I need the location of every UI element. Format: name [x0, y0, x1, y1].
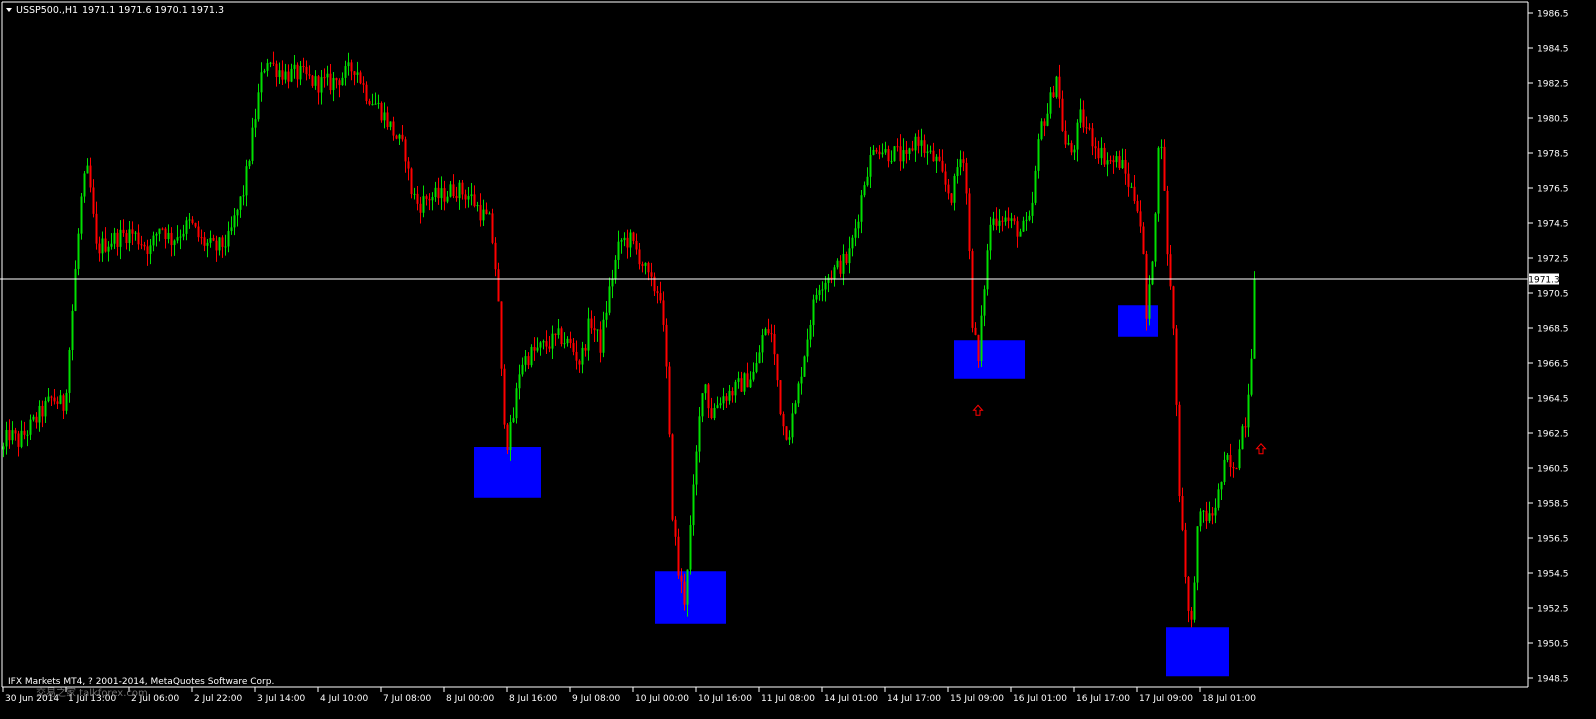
x-tick-label: 14 Jul 17:00 — [887, 694, 941, 704]
ohlc-label: 1971.1 1971.6 1970.1 1971.3 — [82, 5, 224, 16]
candle — [1253, 271, 1256, 359]
y-tick-label: 1960.5 — [1537, 465, 1569, 475]
candle — [500, 301, 503, 377]
candle — [80, 192, 83, 240]
support-zone-4 — [1118, 305, 1158, 337]
candle — [506, 422, 509, 455]
candle — [530, 344, 533, 368]
candle — [1184, 522, 1187, 584]
candle — [1145, 250, 1148, 331]
candle — [779, 379, 782, 416]
x-tick-label: 8 Jul 16:00 — [509, 694, 558, 704]
x-tick-label: 7 Jul 08:00 — [383, 694, 432, 704]
x-tick-label: 2 Jul 22:00 — [194, 694, 243, 704]
support-zone-1 — [474, 447, 541, 498]
current-price-label: 1971.3 — [1528, 276, 1560, 286]
candle — [893, 146, 896, 162]
candle — [365, 81, 368, 105]
x-tick-label: 10 Jul 16:00 — [698, 694, 752, 704]
candle — [968, 188, 971, 260]
y-tick-label: 1986.5 — [1537, 10, 1569, 20]
price-chart[interactable]: 1986.5 1984.5 1982.5 1980.5 1978.5 1976.5 1974… — [0, 0, 1596, 719]
candle — [515, 382, 518, 424]
y-tick-label: 1964.5 — [1537, 395, 1569, 405]
candle — [1193, 576, 1196, 623]
y-tick-label: 1954.5 — [1537, 570, 1569, 580]
x-tick-label: 14 Jul 01:00 — [824, 694, 878, 704]
candle — [785, 426, 788, 441]
x-tick-label: 8 Jul 00:00 — [446, 694, 495, 704]
candle — [1196, 526, 1199, 591]
y-tick-label: 1962.5 — [1537, 430, 1569, 440]
x-tick-label: 17 Jul 09:00 — [1139, 694, 1193, 704]
candle — [1040, 118, 1043, 141]
candle — [803, 355, 806, 378]
candle — [1154, 212, 1157, 267]
candle — [1034, 165, 1037, 206]
candle — [971, 248, 974, 333]
candle — [668, 361, 671, 438]
y-tick-label: 1972.5 — [1537, 255, 1569, 265]
candle — [77, 228, 80, 276]
y-tick-label: 1982.5 — [1537, 80, 1569, 90]
y-tick-label: 1952.5 — [1537, 605, 1569, 615]
x-tick-label: 15 Jul 09:00 — [950, 694, 1004, 704]
candle — [986, 243, 989, 296]
candle — [560, 326, 563, 347]
candle — [380, 101, 383, 123]
candle — [1157, 146, 1160, 222]
y-tick-label: 1956.5 — [1537, 535, 1569, 545]
y-tick-label: 1978.5 — [1537, 150, 1569, 160]
candle — [671, 433, 674, 522]
y-tick-label: 1948.5 — [1537, 675, 1569, 685]
candle — [503, 364, 506, 429]
y-tick-label: 1950.5 — [1537, 640, 1569, 650]
candle — [65, 389, 68, 415]
candle — [1241, 424, 1244, 450]
x-tick-label: 10 Jul 00:00 — [635, 694, 689, 704]
support-zone-2 — [655, 571, 726, 624]
watermark-text: 交易之家 talkforex.com — [36, 686, 148, 699]
chart-header: USSP500.,H1 1971.1 1971.6 1970.1 1971.3 — [6, 5, 224, 16]
candle — [1175, 324, 1178, 417]
y-tick-label: 1980.5 — [1537, 115, 1569, 125]
candle — [1151, 260, 1154, 286]
x-tick-label: 9 Jul 08:00 — [572, 694, 621, 704]
candle — [491, 208, 494, 245]
x-tick-label: 4 Jul 10:00 — [320, 694, 369, 704]
support-zone-3 — [954, 340, 1025, 379]
candle — [1142, 222, 1145, 255]
chart-background — [0, 0, 1596, 719]
x-tick-label: 3 Jul 14:00 — [257, 694, 306, 704]
copyright-text: IFX Markets MT4, ? 2001-2014, MetaQuotes… — [8, 677, 274, 687]
support-zone-5 — [1166, 627, 1229, 677]
symbol-label: USSP500.,H1 — [16, 5, 78, 16]
x-tick-label: 18 Jul 01:00 — [1202, 694, 1256, 704]
y-tick-label: 1974.5 — [1537, 220, 1569, 230]
y-tick-label: 1968.5 — [1537, 325, 1569, 335]
candle — [1178, 401, 1181, 503]
candle — [1055, 75, 1058, 99]
y-tick-label: 1970.5 — [1537, 290, 1569, 300]
candle — [1172, 285, 1175, 336]
y-tick-label: 1966.5 — [1537, 360, 1569, 370]
x-tick-label: 16 Jul 01:00 — [1013, 694, 1067, 704]
y-tick-label: 1984.5 — [1537, 45, 1569, 55]
x-tick-label: 16 Jul 17:00 — [1076, 694, 1130, 704]
candle — [359, 70, 362, 85]
y-tick-label: 1976.5 — [1537, 185, 1569, 195]
x-tick-label: 11 Jul 08:00 — [761, 694, 815, 704]
candle — [1163, 139, 1166, 191]
y-tick-label: 1958.5 — [1537, 500, 1569, 510]
current-price-tag: 1971.3 — [1528, 273, 1560, 286]
candle — [410, 167, 413, 199]
candle — [1166, 185, 1169, 266]
candle — [797, 381, 800, 407]
